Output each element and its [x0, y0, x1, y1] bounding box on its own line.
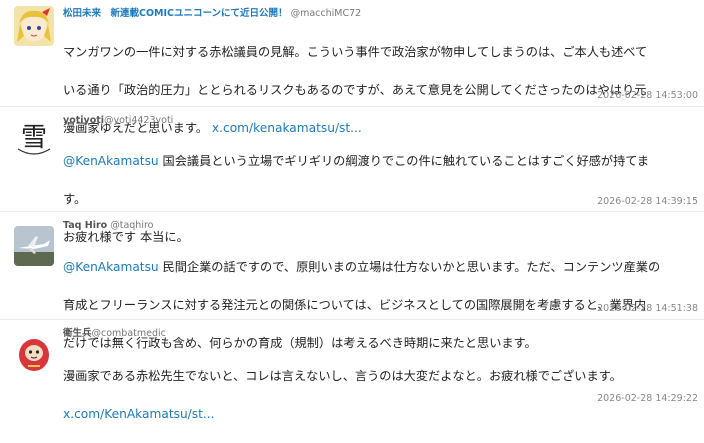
- timestamp[interactable]: 2026-02-28 14:53:00: [597, 90, 698, 102]
- airplane-avatar-icon: [14, 226, 54, 266]
- mention-link[interactable]: @KenAkamatsu: [63, 154, 159, 168]
- avatar[interactable]: 雪: [14, 119, 54, 159]
- timestamp[interactable]: 2026-02-28 14:39:15: [597, 196, 698, 208]
- avatar[interactable]: [14, 226, 54, 266]
- tweet-text-line: 漫画家である赤松先生でないと、コレは言えないし、言うのは大変だよなと。お疲れ様で…: [63, 369, 622, 383]
- tweet-text-line: @KenAkamatsu 国会議員という立場でギリギリの綱渡りでこの件に触れてい…: [63, 152, 692, 171]
- display-name[interactable]: 衛生兵: [63, 328, 92, 339]
- tweet-text-span: 民間企業の話ですので、原則いまの立場は仕方ないかと思います。ただ、コンテンツ産業…: [158, 260, 661, 274]
- anime-girl-avatar-icon: [14, 6, 54, 46]
- tweet-item[interactable]: 衛生兵@combatmedic 漫画家である赤松先生でないと、コレは言えないし、…: [0, 320, 704, 421]
- user-handle[interactable]: @macchiMC72: [291, 8, 362, 19]
- display-name[interactable]: Taq Hiro: [63, 220, 107, 231]
- kanji-avatar-icon: 雪: [14, 119, 54, 159]
- tweet-item[interactable]: 雪 yotiyoti@yoti4423yoti @KenAkamatsu 国会議…: [0, 107, 704, 244]
- tweet-header: Taq Hiro @taqhiro: [63, 220, 153, 232]
- display-name[interactable]: yotiyoti: [63, 115, 104, 126]
- tweet-item[interactable]: Taq Hiro @taqhiro @KenAkamatsu 民間企業の話ですの…: [0, 212, 704, 350]
- daruma-avatar-icon: [14, 333, 54, 373]
- tweet-header: yotiyoti@yoti4423yoti: [63, 115, 173, 127]
- tweet-text-line: x.com/KenAkamatsu/st...: [63, 405, 692, 424]
- tweet-item[interactable]: 松田未来 新連載COMICユニコーンにて近日公開！ @macchiMC72 マン…: [0, 0, 704, 135]
- user-handle[interactable]: @taqhiro: [110, 220, 153, 231]
- tweet-header: 松田未来 新連載COMICユニコーンにて近日公開！ @macchiMC72: [63, 8, 361, 20]
- display-name[interactable]: 松田未来 新連載COMICユニコーンにて近日公開！: [63, 8, 288, 19]
- tweet-header: 衛生兵@combatmedic: [63, 328, 166, 340]
- timestamp[interactable]: 2026-02-28 14:29:22: [597, 393, 698, 405]
- tweet-text-span: 国会議員という立場でギリギリの綱渡りでこの件に触れていることはすごく好感が持てま: [158, 154, 650, 168]
- tweet-text-line: マンガワンの一件に対する赤松議員の見解。こういう事件で政治家が物申してしまうのは…: [63, 45, 648, 59]
- user-handle[interactable]: @yoti4423yoti: [104, 115, 173, 126]
- timestamp[interactable]: 2026-02-28 14:51:38: [597, 303, 698, 315]
- avatar[interactable]: [14, 333, 54, 373]
- svg-text:雪: 雪: [21, 123, 47, 153]
- tweet-link[interactable]: x.com/KenAkamatsu/st...: [63, 407, 215, 421]
- tweet-text-line: @KenAkamatsu 民間企業の話ですので、原則いまの立場は仕方ないかと思い…: [63, 258, 692, 277]
- avatar[interactable]: [14, 6, 54, 46]
- tweet-feed: 松田未来 新連載COMICユニコーンにて近日公開！ @macchiMC72 マン…: [0, 0, 704, 421]
- user-handle[interactable]: @combatmedic: [92, 328, 166, 339]
- mention-link[interactable]: @KenAkamatsu: [63, 260, 159, 274]
